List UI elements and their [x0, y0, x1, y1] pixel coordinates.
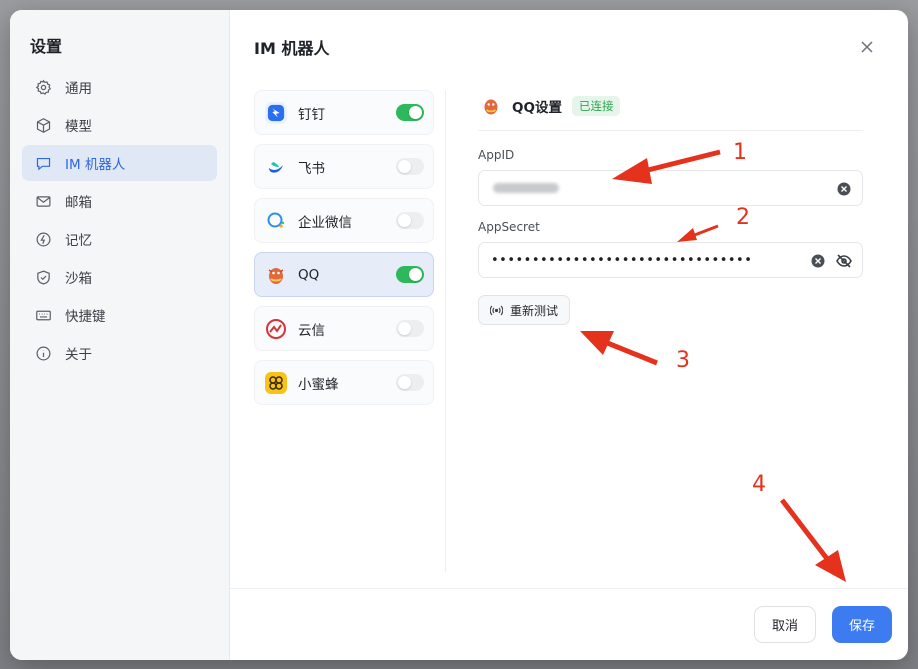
- cube-icon: [34, 116, 52, 134]
- wecom-toggle[interactable]: [396, 212, 424, 229]
- sidebar-item-memory[interactable]: 记忆: [22, 221, 217, 257]
- qq-logo-icon: [265, 264, 287, 286]
- yunxin-logo-icon: [265, 318, 287, 340]
- sidebar-item-label: 通用: [65, 81, 92, 97]
- settings-dialog: 设置 通用 模型 IM 机器人 邮箱 记忆 沙箱 快捷键 关于 IM 机器人 钉…: [10, 10, 908, 660]
- close-button[interactable]: [856, 36, 878, 58]
- panel-title: QQ设置: [512, 100, 562, 116]
- close-icon: [861, 41, 873, 53]
- appid-redacted-value: [493, 183, 559, 193]
- sidebar-title: 设置: [30, 37, 63, 56]
- im-item-name: 小蜜蜂: [298, 376, 339, 393]
- im-item-name: QQ: [298, 266, 320, 283]
- retest-label: 重新测试: [510, 303, 559, 318]
- clear-icon: [837, 182, 851, 196]
- sidebar-item-about[interactable]: 关于: [22, 335, 217, 371]
- sidebar-item-models[interactable]: 模型: [22, 107, 217, 143]
- yunxin-toggle[interactable]: [396, 320, 424, 337]
- sidebar-item-label: 沙箱: [65, 271, 92, 287]
- annotation-number-1: 1: [733, 140, 747, 165]
- keyboard-icon: [34, 306, 52, 324]
- save-button[interactable]: 保存: [832, 606, 892, 643]
- toggle-visibility-button[interactable]: [836, 253, 852, 269]
- appsecret-label: AppSecret: [478, 220, 540, 234]
- clear-icon: [811, 254, 825, 268]
- im-provider-list: 钉钉 飞书 企业微信 QQ 云信 小蜜蜂: [254, 90, 434, 414]
- qq-settings-header: QQ设置 已连接: [480, 92, 621, 120]
- clear-appid-button[interactable]: [836, 181, 852, 197]
- panel-divider: [478, 130, 863, 131]
- appsecret-field[interactable]: ••••••••••••••••••••••••••••••••: [478, 242, 863, 278]
- column-divider: [445, 90, 446, 572]
- sidebar-item-shortcuts[interactable]: 快捷键: [22, 297, 217, 333]
- feishu-toggle[interactable]: [396, 158, 424, 175]
- sidebar-item-label: IM 机器人: [65, 157, 126, 173]
- gear-icon: [34, 78, 52, 96]
- sidebar-item-label: 记忆: [65, 233, 92, 249]
- im-item-feishu[interactable]: 飞书: [254, 144, 434, 189]
- im-item-yunxin[interactable]: 云信: [254, 306, 434, 351]
- im-item-dingtalk[interactable]: 钉钉: [254, 90, 434, 135]
- retest-button[interactable]: 重新测试: [478, 295, 571, 325]
- sidebar-item-label: 模型: [65, 119, 92, 135]
- qq-toggle[interactable]: [396, 266, 424, 283]
- signal-icon: [490, 305, 503, 315]
- annotation-number-2: 2: [736, 205, 750, 230]
- bee-logo-icon: [265, 371, 287, 394]
- annotation-number-4: 4: [752, 472, 766, 497]
- sidebar-nav: 通用 模型 IM 机器人 邮箱 记忆 沙箱 快捷键 关于: [22, 69, 217, 373]
- memory-icon: [34, 230, 52, 248]
- im-item-name: 云信: [298, 322, 325, 339]
- im-item-xiaomifeng[interactable]: 小蜜蜂: [254, 360, 434, 405]
- footer-divider: [230, 588, 908, 589]
- im-item-name: 钉钉: [298, 106, 325, 123]
- sidebar-item-sandbox[interactable]: 沙箱: [22, 259, 217, 295]
- info-icon: [34, 344, 52, 362]
- wecom-logo-icon: [265, 210, 287, 232]
- qq-logo-icon: [480, 95, 502, 117]
- settings-sidebar: 设置 通用 模型 IM 机器人 邮箱 记忆 沙箱 快捷键 关于: [10, 10, 230, 660]
- sidebar-item-label: 邮箱: [65, 195, 92, 211]
- sidebar-item-general[interactable]: 通用: [22, 69, 217, 105]
- sidebar-item-label: 快捷键: [65, 309, 106, 325]
- appid-label: AppID: [478, 148, 515, 162]
- im-item-name: 飞书: [298, 160, 325, 177]
- chat-icon: [34, 154, 52, 172]
- xiaomifeng-toggle[interactable]: [396, 374, 424, 391]
- clear-appsecret-button[interactable]: [810, 253, 826, 269]
- im-item-qq[interactable]: QQ: [254, 252, 434, 297]
- eye-off-icon: [836, 254, 852, 268]
- sidebar-item-im-bot[interactable]: IM 机器人: [22, 145, 217, 181]
- page-title: IM 机器人: [254, 39, 330, 58]
- appid-field[interactable]: [478, 170, 863, 206]
- annotation-number-3: 3: [676, 348, 690, 373]
- feishu-logo-icon: [265, 156, 287, 178]
- sidebar-item-label: 关于: [65, 347, 92, 363]
- im-item-wecom[interactable]: 企业微信: [254, 198, 434, 243]
- mail-icon: [34, 192, 52, 210]
- appsecret-masked-value: ••••••••••••••••••••••••••••••••: [491, 252, 753, 268]
- sidebar-item-mail[interactable]: 邮箱: [22, 183, 217, 219]
- cancel-button[interactable]: 取消: [754, 606, 816, 643]
- status-badge: 已连接: [571, 96, 621, 116]
- dingtalk-logo-icon: [265, 101, 287, 124]
- shield-icon: [34, 268, 52, 286]
- dingtalk-toggle[interactable]: [396, 104, 424, 121]
- im-item-name: 企业微信: [298, 214, 352, 231]
